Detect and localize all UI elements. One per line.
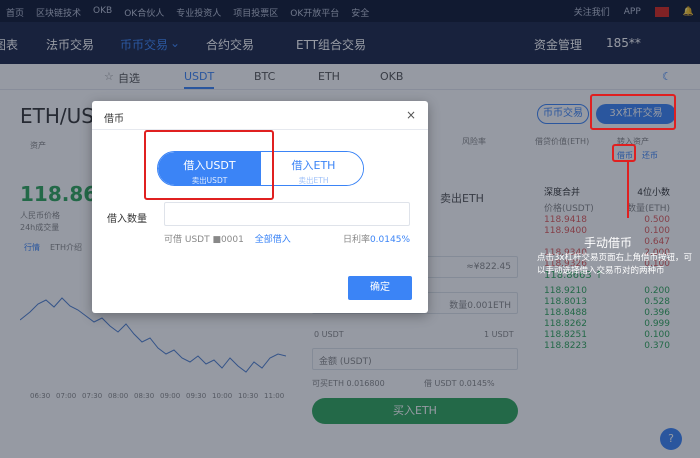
highlight-borrow-box <box>612 144 636 162</box>
available-borrow: 可借 USDT ■0001 全部借入 <box>164 232 291 245</box>
modal-title: 借币 <box>104 114 124 125</box>
borrow-eth-title: 借入ETH <box>291 159 336 172</box>
borrow-eth-sub: 卖出ETH <box>298 176 329 185</box>
daily-rate-label: 日利率 <box>342 235 370 245</box>
highlight-margin-tab-box <box>590 94 676 130</box>
amount-label: 借入数量 <box>107 214 147 225</box>
daily-rate: 日利率0.0145% <box>343 232 410 245</box>
annotation-line <box>627 160 629 218</box>
borrow-eth-option[interactable]: 借入ETH 卖出ETH <box>262 152 363 185</box>
confirm-button[interactable]: 确定 <box>348 276 412 300</box>
close-icon[interactable]: × <box>406 108 416 122</box>
annotation-text: 点击3x杠杆交易页面右上角借币按钮，可以手动选择借入交易币对的两种币 <box>537 253 692 276</box>
available-borrow-text: 可借 USDT ■0001 <box>164 235 244 245</box>
daily-rate-value: 0.0145% <box>369 235 410 245</box>
highlight-toggle-box <box>144 130 274 200</box>
annotation-title: 手动借币 <box>584 236 633 250</box>
borrow-all-link[interactable]: 全部借入 <box>255 235 291 245</box>
borrow-amount-input[interactable] <box>164 202 410 226</box>
